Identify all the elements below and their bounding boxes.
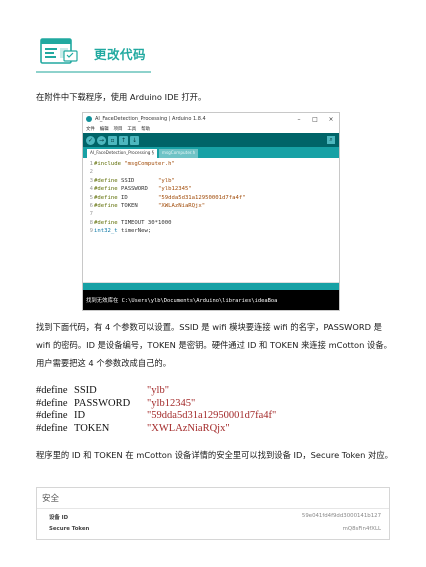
ide-toolbar: ✓ → ▫ ↑ ↓ ⌕ [83,133,339,147]
paragraph-download: 在附件中下载程序，使用 Arduino IDE 打开。 [36,92,207,102]
minimize-icon[interactable]: – [291,116,307,123]
code-line: 4 #define PASSWORD "ylb12345" [89,186,192,193]
paragraph-parameters: 找到下面代码，有 4 个参数可以设置。SSID 是 wifi 模块要连接 wif… [36,322,392,368]
menu-tools[interactable]: 工具 [127,126,136,132]
upload-icon[interactable]: → [97,135,106,145]
menu-sketch[interactable]: 项目 [114,126,123,132]
code-line: 2 [89,169,93,176]
secure-token-label: Secure Token [49,526,90,532]
code-line: 7 [89,211,93,218]
menu-edit[interactable]: 编辑 [100,126,109,132]
header-divider [36,71,151,73]
device-id-label: 设备 ID [49,515,69,521]
ide-console: 找到无效库在 C:\Users\ylb\Documents\Arduino\li… [83,290,339,310]
ide-tabbar: AI_FaceDetection_Processing § msgCompute… [83,147,339,158]
ide-window-title: AI_FaceDetection_Processing | Arduino 1.… [95,116,206,122]
ide-titlebar: AI_FaceDetection_Processing | Arduino 1.… [83,113,339,125]
code-editor[interactable]: 1 #include "msgComputer.h" 2 3 #define SSI… [83,158,339,283]
security-divider [37,508,389,509]
arduino-logo-icon [86,116,92,122]
secure-token-value: mQ8sFin4fXLL [342,526,381,532]
arduino-ide-screenshot: AI_FaceDetection_Processing | Arduino 1.… [82,112,340,311]
security-panel: 安全 设备 ID 59e041fd4f9dd3000141b127 Secure… [36,487,390,540]
open-icon[interactable]: ↑ [119,135,128,145]
tab-main-sketch[interactable]: AI_FaceDetection_Processing § [87,149,157,158]
device-id-value: 59e041fd4f9dd3000141b127 [301,513,381,519]
code-line: 8 #define TIMEOUT 30*1000 [89,219,172,226]
new-icon[interactable]: ▫ [108,135,117,145]
code-line: 5 #define ID "59dda5d31a12950001d7fa4f" [89,194,246,201]
section-title: 更改代码 [94,46,147,62]
menu-file[interactable]: 文件 [86,126,95,132]
menu-help[interactable]: 帮助 [141,126,150,132]
maximize-icon[interactable]: □ [307,116,323,123]
code-line: 6 #define TOKEN "XWLAzNiaRQjx" [89,203,206,210]
code-window-icon [40,38,80,68]
ide-status-bar [83,283,339,290]
close-icon[interactable]: × [323,116,339,123]
code-line: 9 int32_t timerNew; [89,228,152,235]
tab-msgcomputer[interactable]: msgComputer.h [158,149,199,158]
code-line: 1 #include "msgComputer.h" [89,161,175,167]
save-icon[interactable]: ↓ [130,135,139,145]
security-title: 安全 [42,494,60,504]
code-line: 3 #define SSID "ylb" [89,177,175,184]
serial-monitor-icon[interactable]: ⌕ [327,136,335,144]
ide-menubar: 文件 编辑 项目 工具 帮助 [83,125,339,133]
paragraph-security: 程序里的 ID 和 TOKEN 在 mCotton 设备详情的安全里可以找到设备… [36,450,393,460]
section-header: 更改代码 [40,38,146,68]
verify-icon[interactable]: ✓ [86,135,95,145]
